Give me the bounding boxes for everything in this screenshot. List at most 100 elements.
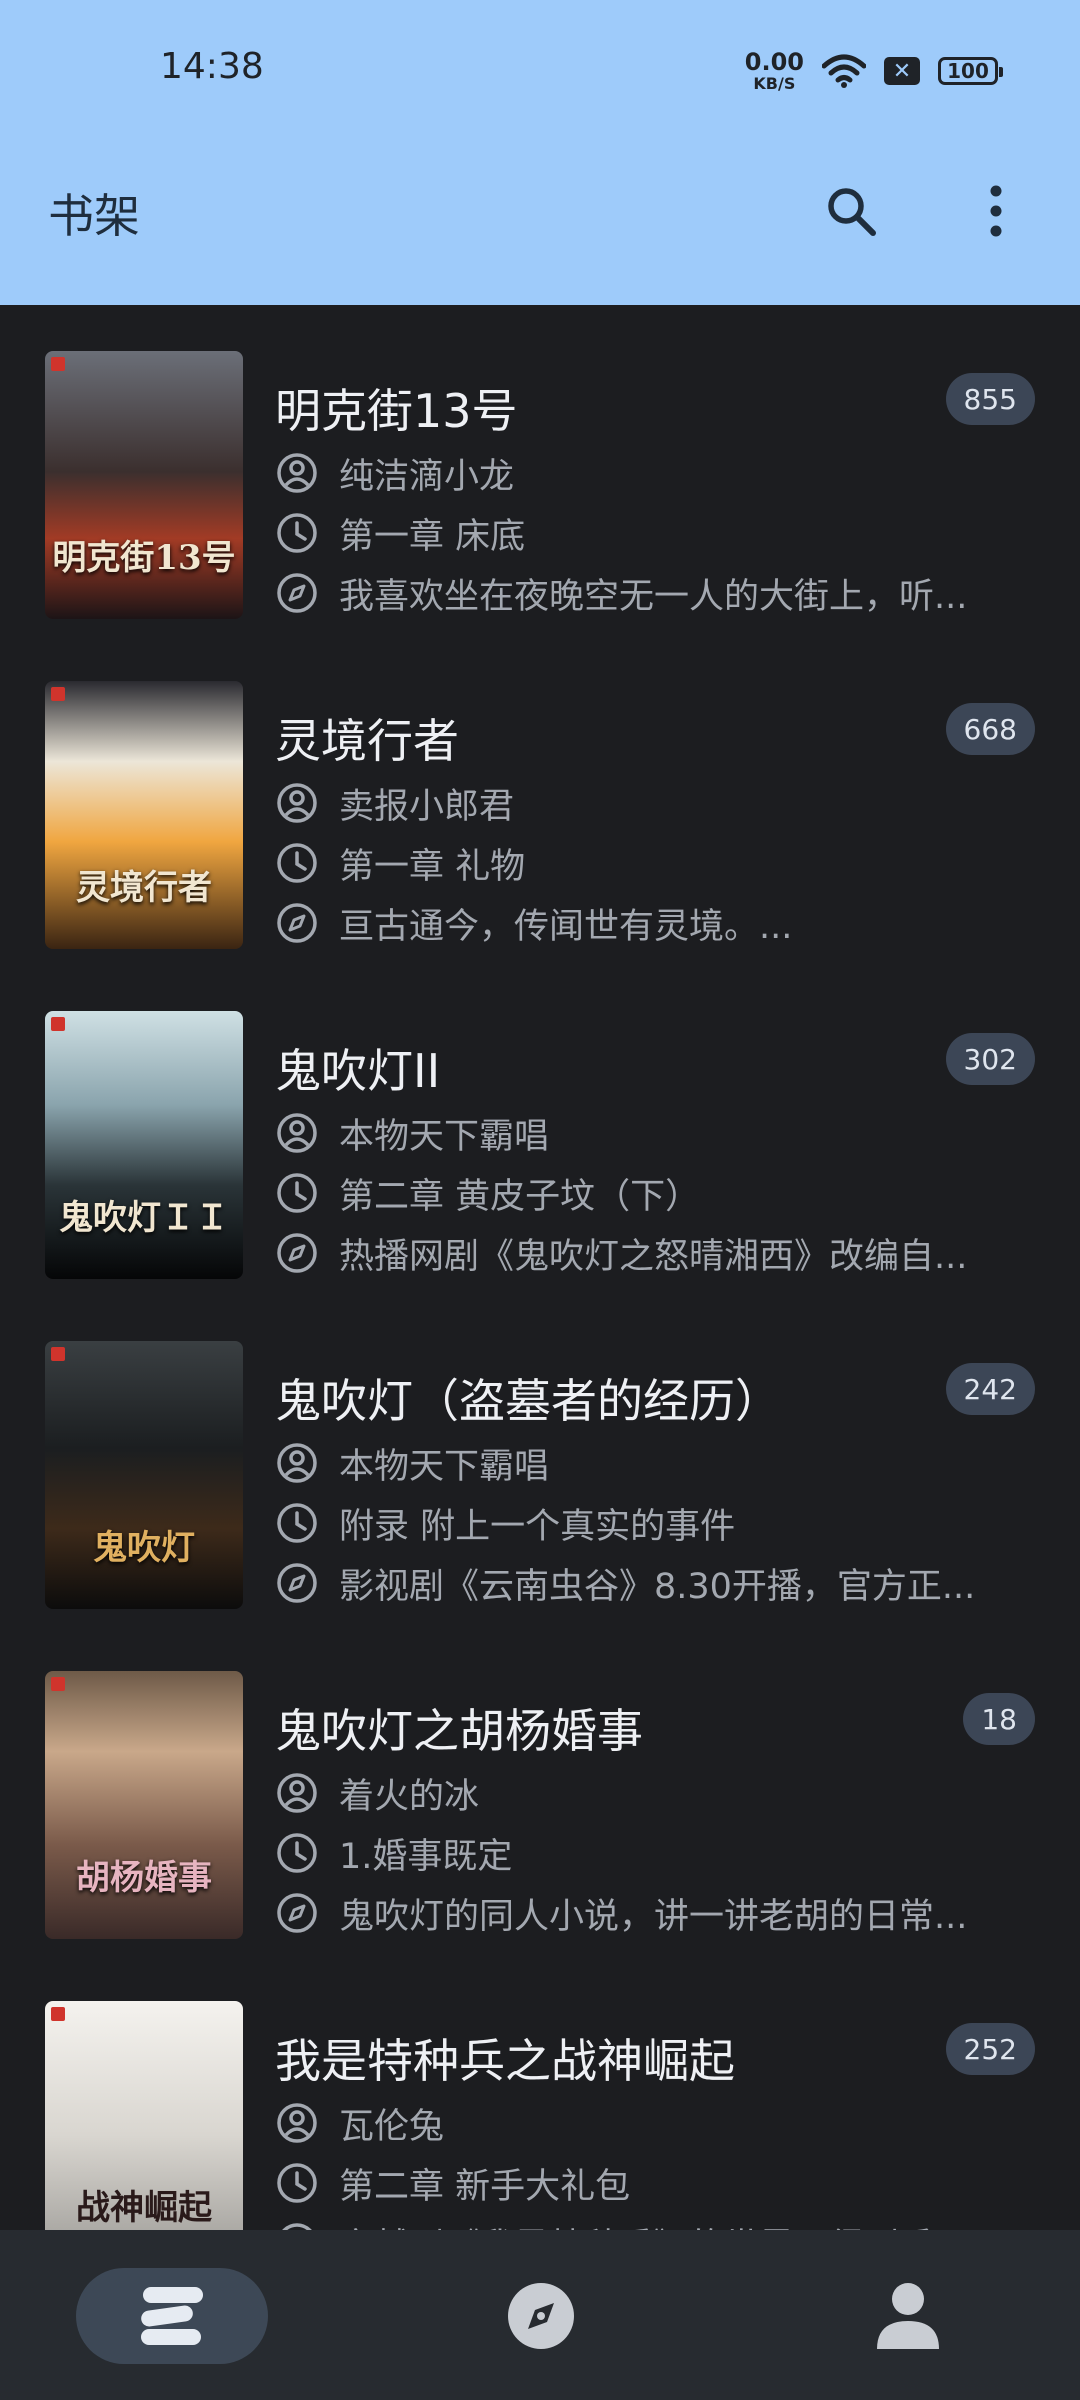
book-intro-row: 鬼吹灯的同人小说，讲一讲老胡的日常... xyxy=(275,1888,1035,1938)
publisher-logo xyxy=(51,2007,65,2021)
unread-count-badge: 855 xyxy=(945,373,1035,425)
unread-count-badge: 668 xyxy=(945,703,1035,755)
network-speed: 0.00 KB/S xyxy=(745,50,804,92)
book-intro-row: 影视剧《云南虫谷》8.30开播，官方正... xyxy=(275,1558,1035,1608)
book-latest-chapter: 1.婚事既定 xyxy=(339,1836,513,1877)
book-intro-row: 热播网剧《鬼吹灯之怒晴湘西》改编自... xyxy=(275,1228,1035,1278)
bottom-navigation xyxy=(0,2230,1080,2400)
person-icon xyxy=(277,1113,317,1153)
cover-title: 战神崛起 xyxy=(76,2188,212,2228)
book-item[interactable]: 明克街13号 明克街13号 855 纯洁滴小龙 第一章 床底 我喜欢坐在夜晚空无… xyxy=(0,305,1080,635)
book-intro-row: 我喜欢坐在夜晚空无一人的大街上，听... xyxy=(275,568,1035,618)
book-author-row: 着火的冰 xyxy=(275,1768,1035,1818)
publisher-logo xyxy=(51,1017,65,1031)
wifi-icon xyxy=(822,54,866,88)
book-chapter-row: 附录 附上一个真实的事件 xyxy=(275,1498,1035,1548)
book-chapter-row: 第二章 黄皮子坟（下） xyxy=(275,1168,1035,1218)
compass-icon xyxy=(508,2283,574,2349)
book-item[interactable]: 胡杨婚事 鬼吹灯之胡杨婚事 18 着火的冰 1.婚事既定 鬼吹灯的同人小说，讲一… xyxy=(0,1625,1080,1955)
book-author: 瓦伦兔 xyxy=(339,2106,445,2147)
battery-icon: 100 xyxy=(938,57,1003,85)
book-chapter-row: 第一章 床底 xyxy=(275,508,1035,558)
book-intro-row: 亘古通今，传闻世有灵境。... xyxy=(275,898,1035,948)
publisher-logo xyxy=(51,1347,65,1361)
clock-icon xyxy=(277,2163,317,2203)
book-cover: 鬼吹灯ＩＩ xyxy=(45,1011,243,1279)
unread-count-badge: 18 xyxy=(963,1693,1035,1745)
battery-level: 100 xyxy=(947,59,989,83)
book-author: 本物天下霸唱 xyxy=(339,1446,550,1487)
book-latest-chapter: 第二章 黄皮子坟（下） xyxy=(339,1176,701,1217)
unread-count-badge: 242 xyxy=(945,1363,1035,1415)
book-item[interactable]: 战神崛起 我是特种兵之战神崛起 252 瓦伦兔 第二章 新手大礼包 穿越到《我是… xyxy=(0,1955,1080,2230)
book-title: 我是特种兵之战神崛起 xyxy=(275,2034,735,2088)
cover-title: 鬼吹灯 xyxy=(93,1528,195,1568)
nav-discover[interactable] xyxy=(493,2268,589,2364)
compass-icon xyxy=(277,1893,317,1933)
publisher-logo xyxy=(51,1677,65,1691)
book-author-row: 纯洁滴小龙 xyxy=(275,448,1035,498)
search-icon xyxy=(828,188,876,236)
book-latest-chapter: 附录 附上一个真实的事件 xyxy=(339,1506,736,1547)
more-vert-icon xyxy=(990,185,1002,237)
book-cover: 鬼吹灯 xyxy=(45,1341,243,1609)
clock-icon xyxy=(277,1173,317,1213)
book-latest-chapter: 第一章 床底 xyxy=(339,516,526,557)
clock-icon xyxy=(277,1503,317,1543)
publisher-logo xyxy=(51,357,65,371)
clock-icon xyxy=(277,513,317,553)
book-cover: 明克街13号 xyxy=(45,351,243,619)
bookshelf-list[interactable]: 明克街13号 明克街13号 855 纯洁滴小龙 第一章 床底 我喜欢坐在夜晚空无… xyxy=(0,305,1080,2230)
bookshelf-icon xyxy=(141,2287,203,2345)
search-button[interactable] xyxy=(820,180,882,242)
unread-count-badge: 302 xyxy=(945,1033,1035,1085)
book-item[interactable]: 鬼吹灯 鬼吹灯（盗墓者的经历） 242 本物天下霸唱 附录 附上一个真实的事件 … xyxy=(0,1295,1080,1625)
book-intro-row: 穿越到《我是特种兵》的世界，得到系... xyxy=(275,2218,1035,2230)
book-cover: 战神崛起 xyxy=(45,2001,243,2230)
more-options-button[interactable] xyxy=(970,180,1022,242)
book-author: 卖报小郎君 xyxy=(339,786,515,827)
network-speed-value: 0.00 xyxy=(744,48,804,76)
book-author: 本物天下霸唱 xyxy=(339,1116,550,1157)
book-author-row: 瓦伦兔 xyxy=(275,2098,1035,2148)
status-time: 14:38 xyxy=(160,46,264,87)
book-cover: 胡杨婚事 xyxy=(45,1671,243,1939)
nav-bookshelf[interactable] xyxy=(76,2268,268,2364)
app-bar: 14:38 0.00 KB/S ✕ 100 书架 xyxy=(0,0,1080,305)
page-title: 书架 xyxy=(48,189,140,243)
book-intro: 鬼吹灯的同人小说，讲一讲老胡的日常... xyxy=(339,1896,968,1937)
book-intro: 我喜欢坐在夜晚空无一人的大街上，听... xyxy=(339,576,968,617)
compass-icon xyxy=(277,903,317,943)
clock-icon xyxy=(277,843,317,883)
compass-icon xyxy=(277,1233,317,1273)
book-intro: 影视剧《云南虫谷》8.30开播，官方正... xyxy=(339,1566,976,1607)
book-chapter-row: 1.婚事既定 xyxy=(275,1828,1035,1878)
person-icon xyxy=(877,2283,939,2349)
status-icons: 0.00 KB/S ✕ 100 xyxy=(745,46,1003,96)
sim-off-icon: ✕ xyxy=(884,57,920,85)
book-intro: 亘古通今，传闻世有灵境。... xyxy=(339,906,793,947)
app-root: 14:38 0.00 KB/S ✕ 100 书架 明克街13号 明克街13号 8… xyxy=(0,0,1080,2400)
cover-title: 灵境行者 xyxy=(76,868,212,908)
nav-profile[interactable] xyxy=(860,2268,956,2364)
book-item[interactable]: 灵境行者 灵境行者 668 卖报小郎君 第一章 礼物 亘古通今，传闻世有灵境。.… xyxy=(0,635,1080,965)
book-author: 纯洁滴小龙 xyxy=(339,456,515,497)
book-latest-chapter: 第一章 礼物 xyxy=(339,846,526,887)
person-icon xyxy=(277,453,317,493)
book-title: 鬼吹灯（盗墓者的经历） xyxy=(275,1374,781,1428)
book-title: 鬼吹灯之胡杨婚事 xyxy=(275,1704,643,1758)
book-author-row: 本物天下霸唱 xyxy=(275,1108,1035,1158)
book-author-row: 卖报小郎君 xyxy=(275,778,1035,828)
person-icon xyxy=(277,1773,317,1813)
book-chapter-row: 第一章 礼物 xyxy=(275,838,1035,888)
compass-icon xyxy=(282,2223,312,2230)
book-title: 灵境行者 xyxy=(275,714,459,768)
publisher-logo xyxy=(51,687,65,701)
network-speed-unit: KB/S xyxy=(753,74,796,93)
book-intro: 热播网剧《鬼吹灯之怒晴湘西》改编自... xyxy=(339,1236,968,1277)
compass-icon xyxy=(277,573,317,613)
book-author-row: 本物天下霸唱 xyxy=(275,1438,1035,1488)
book-item[interactable]: 鬼吹灯ＩＩ 鬼吹灯II 302 本物天下霸唱 第二章 黄皮子坟（下） 热播网剧《… xyxy=(0,965,1080,1295)
book-chapter-row: 第二章 新手大礼包 xyxy=(275,2158,1035,2208)
cover-title: 鬼吹灯ＩＩ xyxy=(59,1198,229,1238)
